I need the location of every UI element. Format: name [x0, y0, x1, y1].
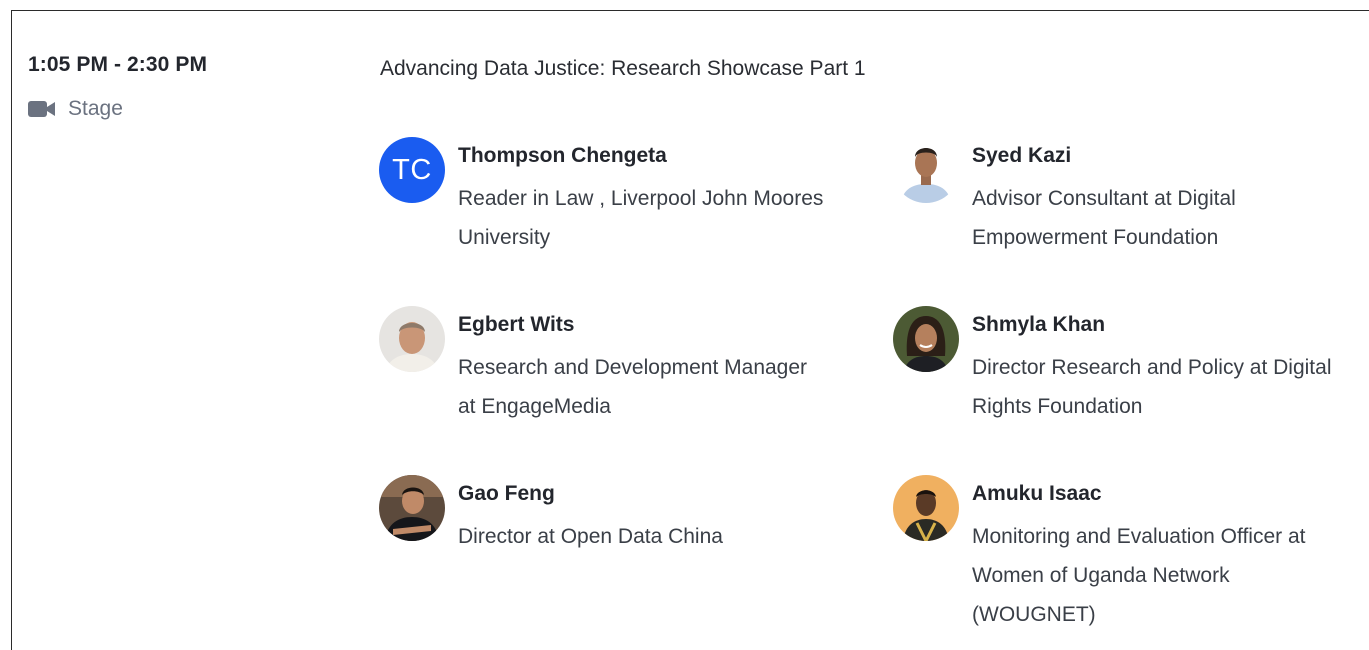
session-meta: 1:05 PM - 2:30 PM Stage	[28, 53, 207, 121]
speaker-name: Amuku Isaac	[972, 482, 1102, 505]
speaker-name: Thompson Chengeta	[458, 144, 667, 167]
person-photo-icon	[893, 475, 959, 541]
speaker-role: Research and Development Manager at Enga…	[458, 356, 808, 418]
avatar	[893, 475, 959, 541]
person-photo-icon	[893, 306, 959, 372]
speaker-card[interactable]: Syed Kazi Advisor Consultant at Digital …	[893, 137, 1342, 257]
video-camera-icon	[28, 100, 55, 118]
speaker-role: Advisor Consultant at Digital Empowermen…	[972, 187, 1236, 249]
location-label: Stage	[68, 97, 123, 120]
session-location[interactable]: Stage	[28, 97, 207, 121]
speaker-card[interactable]: Gao Feng Director at Open Data China	[379, 475, 828, 556]
speaker-role: Monitoring and Evaluation Officer at Wom…	[972, 525, 1306, 626]
speaker-card[interactable]: Amuku Isaac Monitoring and Evaluation Of…	[893, 475, 1342, 634]
speaker-card[interactable]: TC Thompson Chengeta Reader in Law , Liv…	[379, 137, 828, 257]
speaker-name: Gao Feng	[458, 482, 555, 505]
session-time: 1:05 PM - 2:30 PM	[28, 53, 208, 76]
person-photo-icon	[893, 137, 959, 203]
speaker-name: Egbert Wits	[458, 313, 575, 336]
speaker-card[interactable]: Egbert Wits Research and Development Man…	[379, 306, 828, 426]
avatar-initials: TC	[392, 153, 432, 186]
speaker-role: Director at Open Data China	[458, 525, 723, 548]
speaker-card[interactable]: Shmyla Khan Director Research and Policy…	[893, 306, 1342, 426]
avatar	[379, 475, 445, 541]
avatar	[893, 306, 959, 372]
speaker-role: Director Research and Policy at Digital …	[972, 356, 1332, 418]
speaker-name: Shmyla Khan	[972, 313, 1106, 336]
speaker-name: Syed Kazi	[972, 144, 1072, 167]
person-photo-icon	[379, 306, 445, 372]
session-title[interactable]: Advancing Data Justice: Research Showcas…	[380, 57, 866, 81]
avatar	[893, 137, 959, 203]
speaker-role: Reader in Law , Liverpool John Moores Un…	[458, 187, 824, 249]
person-photo-icon	[379, 475, 445, 541]
avatar	[379, 306, 445, 372]
avatar: TC	[379, 137, 445, 203]
